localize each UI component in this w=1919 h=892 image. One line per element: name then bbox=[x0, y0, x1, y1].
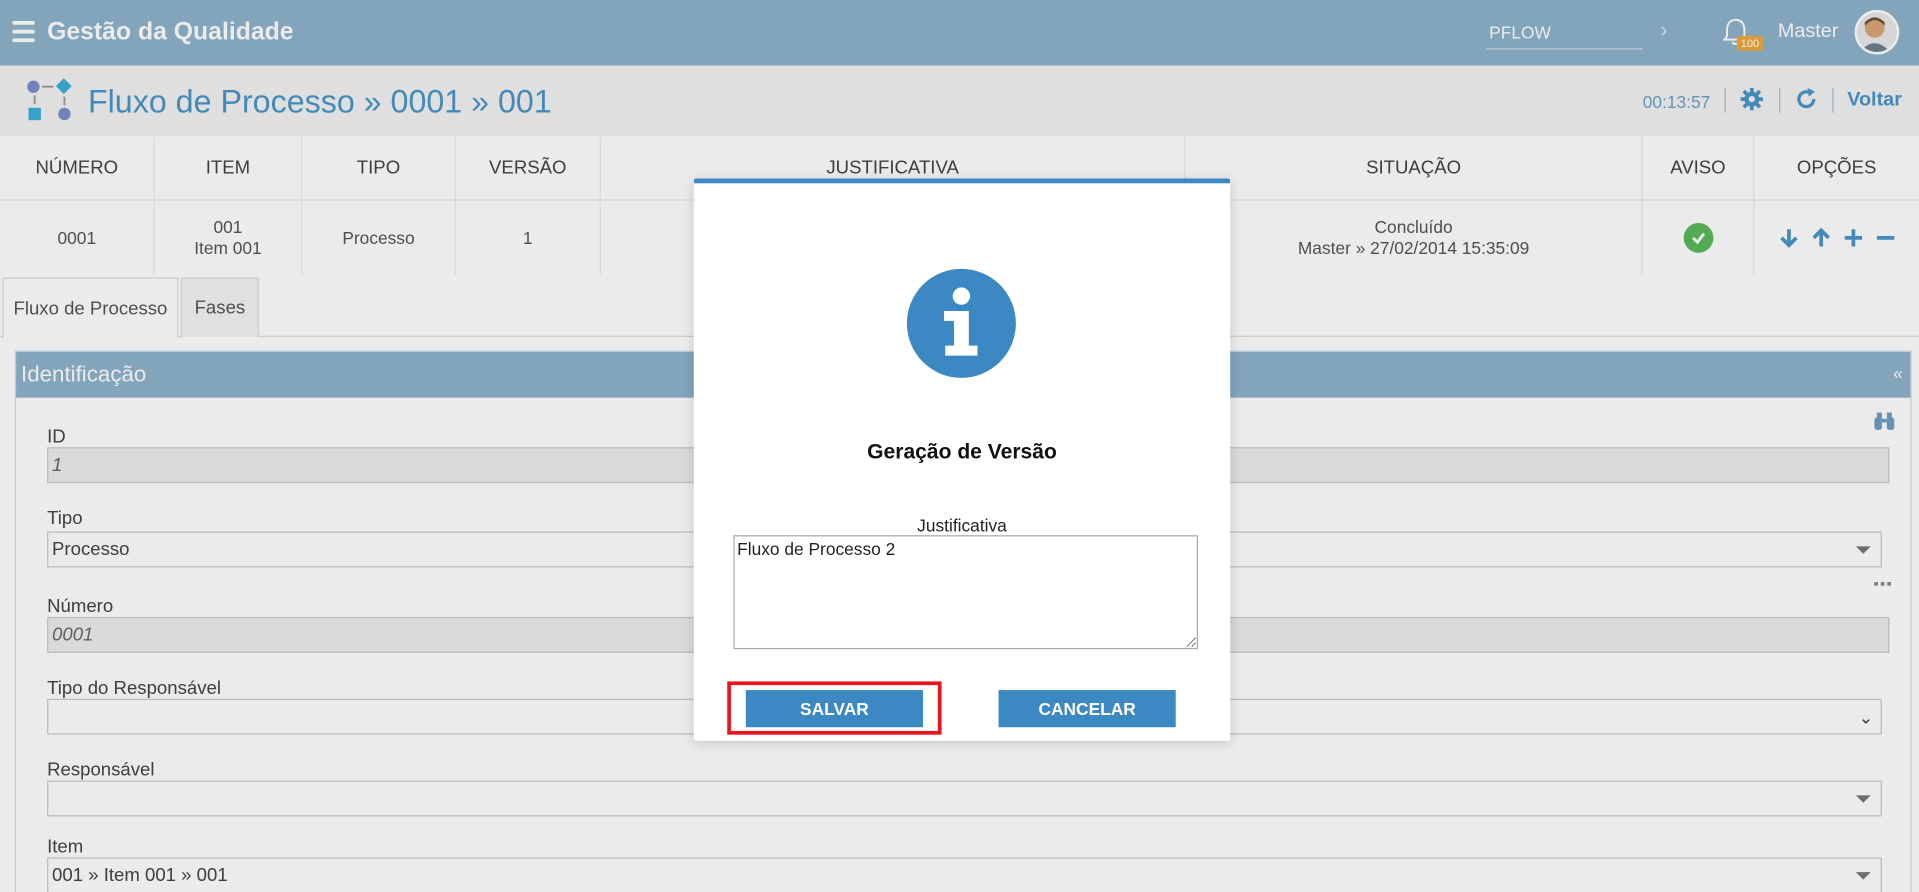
page: Gestão da Qualidade PFLOW › 100 Master F… bbox=[0, 0, 1919, 892]
dialog-title: Geração de Versão bbox=[867, 439, 1057, 464]
justificativa-label: Justificativa bbox=[917, 515, 1007, 536]
info-icon bbox=[906, 268, 1016, 378]
justificativa-textarea[interactable]: Fluxo de Processo 2 bbox=[733, 535, 1199, 650]
version-dialog: Geração de Versão Justificativa Fluxo de… bbox=[693, 178, 1231, 741]
save-button[interactable]: SALVAR bbox=[745, 690, 923, 728]
cancel-button[interactable]: CANCELAR bbox=[998, 690, 1176, 728]
